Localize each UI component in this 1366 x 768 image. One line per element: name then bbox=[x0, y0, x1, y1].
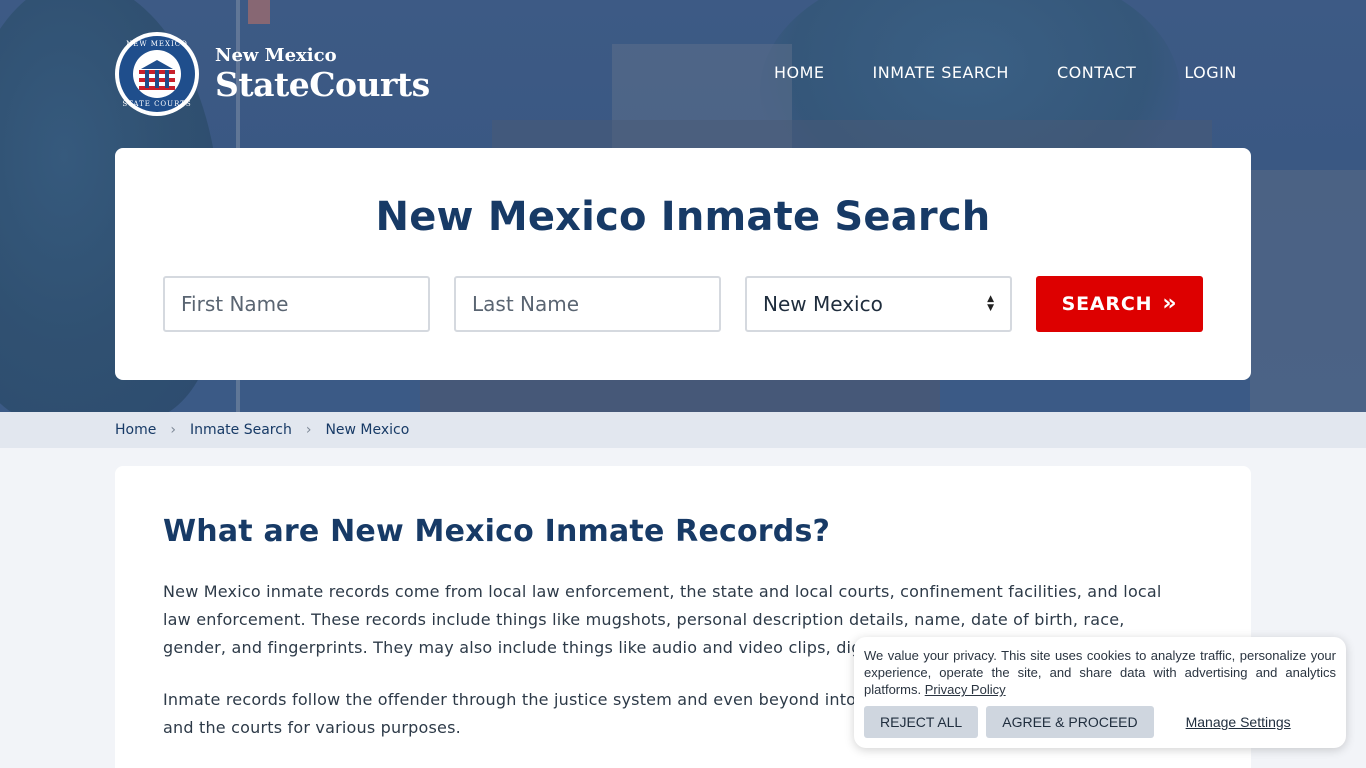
search-card: New Mexico Inmate Search New Mexico ▲▼ S… bbox=[115, 148, 1251, 380]
nav-contact[interactable]: CONTACT bbox=[1057, 63, 1136, 82]
privacy-policy-link[interactable]: Privacy Policy bbox=[925, 682, 1006, 697]
court-seal-icon: NEW MEXICO STATE COURTS bbox=[115, 32, 199, 116]
search-title: New Mexico Inmate Search bbox=[375, 194, 991, 240]
manage-settings-link[interactable]: Manage Settings bbox=[1186, 714, 1291, 730]
chevron-right-icon: › bbox=[305, 422, 312, 438]
cookie-actions: REJECT ALL AGREE & PROCEED Manage Settin… bbox=[864, 706, 1291, 738]
breadcrumb-home[interactable]: Home bbox=[115, 422, 156, 438]
main-nav: HOME INMATE SEARCH CONTACT LOGIN bbox=[750, 63, 1261, 82]
breadcrumb-new-mexico[interactable]: New Mexico bbox=[325, 422, 409, 438]
nav-login[interactable]: LOGIN bbox=[1184, 63, 1237, 82]
article-heading: What are New Mexico Inmate Records? bbox=[163, 514, 831, 549]
reject-all-button[interactable]: REJECT ALL bbox=[864, 706, 979, 738]
nav-inmate-search[interactable]: INMATE SEARCH bbox=[873, 63, 1009, 82]
select-arrows-icon: ▲ ▼ bbox=[987, 294, 994, 313]
agree-proceed-button[interactable]: AGREE & PROCEED bbox=[986, 706, 1154, 738]
breadcrumb: Home › Inmate Search › New Mexico bbox=[115, 422, 409, 438]
double-chevron-right-icon: » bbox=[1162, 291, 1178, 316]
breadcrumb-bar: Home › Inmate Search › New Mexico bbox=[0, 412, 1366, 448]
state-select[interactable]: New Mexico ▲ ▼ bbox=[745, 276, 1012, 332]
brand-title: StateCourts bbox=[215, 65, 430, 104]
last-name-input[interactable] bbox=[454, 276, 721, 332]
brand-name: New Mexico StateCourts bbox=[215, 45, 430, 103]
chevron-right-icon: › bbox=[170, 422, 176, 438]
nav-home[interactable]: HOME bbox=[774, 63, 825, 82]
search-button[interactable]: SEARCH » bbox=[1036, 276, 1203, 332]
brand-subtitle: New Mexico bbox=[215, 45, 337, 66]
state-select-value: New Mexico bbox=[763, 292, 883, 316]
breadcrumb-inmate-search[interactable]: Inmate Search bbox=[190, 422, 292, 438]
cookie-message: We value your privacy. This site uses co… bbox=[864, 648, 1336, 697]
site-logo[interactable]: NEW MEXICO STATE COURTS New Mexico State… bbox=[115, 32, 430, 116]
first-name-input[interactable] bbox=[163, 276, 430, 332]
cookie-banner: We value your privacy. This site uses co… bbox=[854, 637, 1346, 748]
search-button-label: SEARCH bbox=[1061, 293, 1153, 315]
